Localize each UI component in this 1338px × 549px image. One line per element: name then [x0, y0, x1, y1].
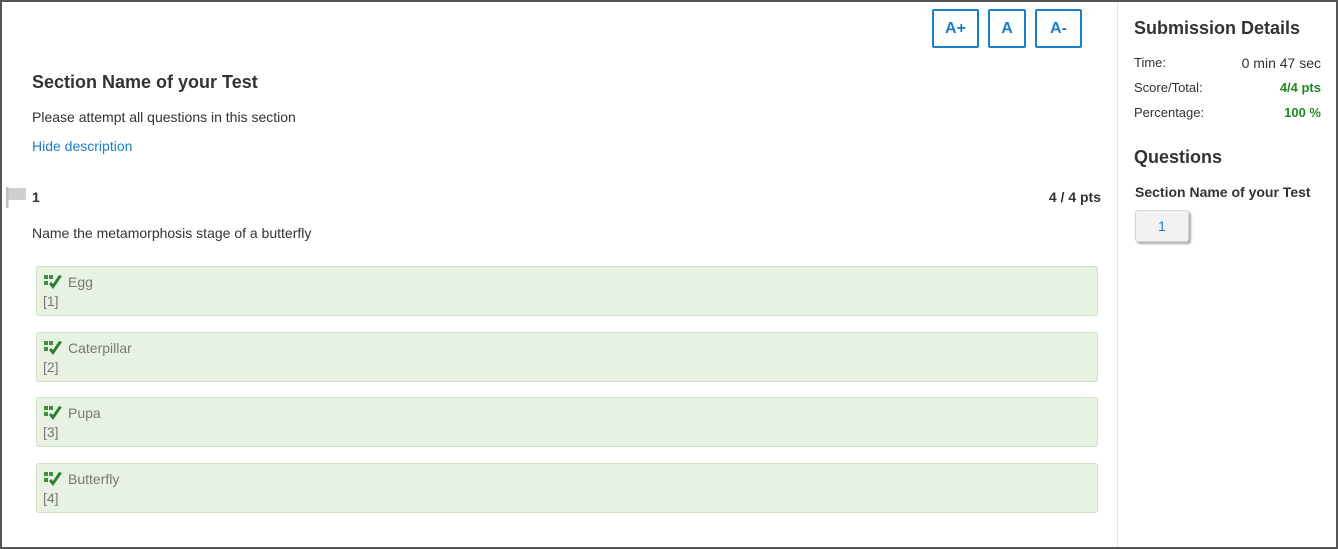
submission-sidebar: Submission Details Time: 0 min 47 sec Sc… — [1117, 2, 1336, 547]
time-value: 0 min 47 sec — [1241, 55, 1321, 71]
submission-details-title: Submission Details — [1134, 18, 1301, 38]
score-row: Score/Total: 4/4 pts — [1134, 80, 1321, 95]
hide-description-link[interactable]: Hide description — [32, 138, 132, 154]
questions-title: Questions — [1134, 147, 1223, 167]
answer-item-butterfly: Butterfly [4] — [36, 462, 1098, 513]
question-nav-button-1[interactable]: 1 — [1135, 210, 1189, 242]
flag-icon[interactable] — [4, 186, 28, 208]
correct-check-icon — [44, 275, 62, 289]
answer-text: Butterfly — [68, 470, 120, 487]
question-points: 4 / 4 pts — [1048, 189, 1101, 205]
answer-index: [1] — [43, 293, 59, 309]
font-decrease-button[interactable]: A- — [1035, 9, 1082, 48]
test-main-panel: A+ A A- Section Name of your Test Please… — [2, 2, 1117, 547]
answer-text: Egg — [68, 274, 93, 290]
app-frame: A+ A A- Section Name of your Test Please… — [0, 0, 1338, 549]
answer-item-caterpillar: Caterpillar [2] — [36, 331, 1098, 382]
time-row: Time: 0 min 47 sec — [1134, 55, 1321, 71]
question-number: 1 — [32, 189, 40, 205]
font-size-controls: A+ A A- — [932, 9, 1082, 48]
section-description: Please attempt all questions in this sec… — [32, 109, 296, 125]
answer-text: Caterpillar — [68, 339, 132, 356]
score-label: Score/Total: — [1134, 80, 1203, 95]
score-value: 4/4 pts — [1279, 80, 1321, 95]
answer-list: Egg [1] Caterpillar [2] Pupa [3] Butterf… — [36, 266, 1098, 528]
answer-text: Pupa — [68, 405, 101, 421]
question-text: Name the metamorphosis stage of a butter… — [32, 225, 312, 241]
time-label: Time: — [1134, 55, 1167, 70]
percentage-value: 100 % — [1284, 105, 1321, 120]
font-normal-button[interactable]: A — [988, 9, 1026, 48]
answer-item-pupa: Pupa [3] — [36, 397, 1098, 447]
answer-index: [2] — [43, 358, 59, 375]
answer-index: [4] — [43, 489, 59, 506]
correct-check-icon — [44, 340, 62, 355]
questions-section-name: Section Name of your Test — [1135, 184, 1311, 200]
correct-check-icon — [44, 471, 62, 486]
section-title: Section Name of your Test — [32, 72, 258, 92]
percentage-label: Percentage: — [1134, 105, 1205, 120]
percentage-row: Percentage: 100 % — [1134, 105, 1321, 120]
font-increase-button[interactable]: A+ — [932, 9, 979, 48]
answer-index: [3] — [43, 424, 59, 440]
answer-item-egg: Egg [1] — [36, 266, 1098, 316]
correct-check-icon — [44, 406, 62, 420]
